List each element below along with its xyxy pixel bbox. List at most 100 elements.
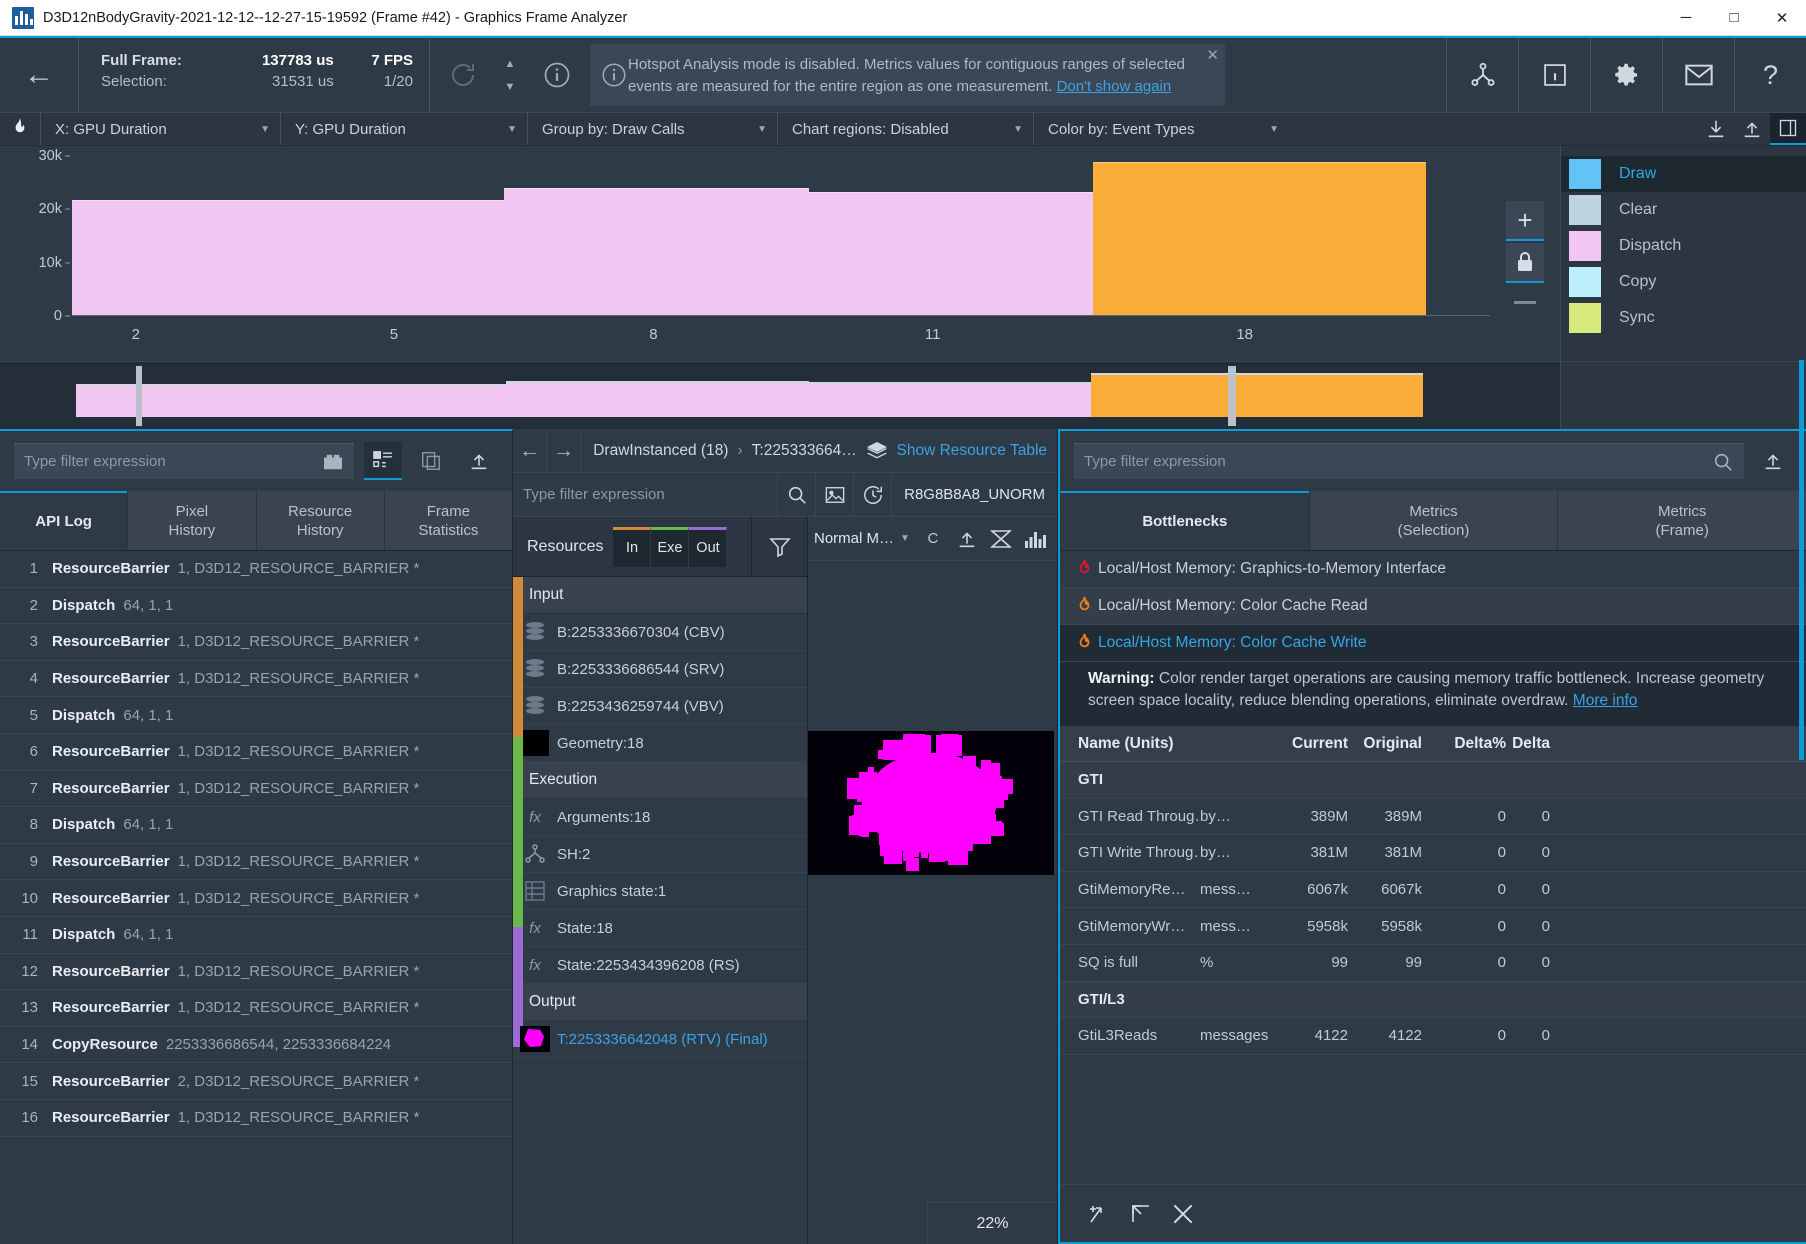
select-region-icon[interactable]	[1120, 1195, 1162, 1233]
show-resource-table-button[interactable]: Show Resource Table	[855, 429, 1058, 472]
overview-bar[interactable]	[506, 381, 809, 417]
resource-item[interactable]: B:2253336686544 (SRV)	[513, 651, 807, 688]
tab-pixel[interactable]: Pixel History	[127, 491, 255, 550]
legend-item-sync[interactable]: Sync	[1561, 300, 1806, 336]
compare-icon[interactable]	[1078, 1195, 1120, 1233]
bottleneck-item[interactable]: Local/Host Memory: Color Cache Read	[1060, 588, 1806, 625]
resource-filter-input[interactable]: Type filter expression	[513, 473, 777, 516]
stage-tab-out[interactable]: Out	[689, 527, 727, 567]
maximize-button[interactable]: □	[1710, 0, 1758, 36]
resource-tree[interactable]: Input B:2253336670304 (CBV) B:225333668654…	[513, 577, 807, 1244]
resource-item[interactable]: fx Arguments:18	[513, 799, 807, 836]
color-by-dropdown[interactable]: Color by: Event Types ▼	[1033, 113, 1289, 145]
resource-item[interactable]: Geometry:18	[513, 725, 807, 762]
search-icon[interactable]	[777, 473, 815, 516]
legend-item-clear[interactable]: Clear	[1561, 192, 1806, 228]
history-clock-icon[interactable]	[853, 473, 891, 516]
chart-bar[interactable]	[504, 188, 809, 315]
tab-metrics[interactable]: Metrics (Frame)	[1557, 491, 1806, 550]
stage-tab-exe[interactable]: Exe	[651, 527, 689, 567]
table-row[interactable]: 15 ResourceBarrier 2, D3D12_RESOURCE_BARRI…	[0, 1063, 512, 1100]
resource-item[interactable]: B:2253436259744 (VBV)	[513, 688, 807, 725]
table-row[interactable]: GTI Read Throug… by… 389M 389M 0 0	[1060, 799, 1806, 836]
legend-item-copy[interactable]: Copy	[1561, 264, 1806, 300]
step-down-icon[interactable]: ▼	[505, 81, 516, 93]
export-icon[interactable]	[460, 442, 498, 480]
stage-tab-in[interactable]: In	[613, 527, 651, 567]
table-row[interactable]: 14 CopyResource 2253336686544, 22533366842…	[0, 1027, 512, 1064]
table-row[interactable]: 10 ResourceBarrier 1, D3D12_RESOURCE_BARRI…	[0, 880, 512, 917]
bottleneck-item[interactable]: Local/Host Memory: Color Cache Write	[1060, 625, 1806, 662]
overview-selection-handle[interactable]	[136, 366, 142, 426]
close-button[interactable]: ✕	[1758, 0, 1806, 36]
zoom-in-button[interactable]: +	[1506, 201, 1544, 241]
chart-bar[interactable]	[1093, 162, 1426, 315]
tab-resource[interactable]: Resource History	[256, 491, 384, 550]
table-row[interactable]: 8 Dispatch 64, 1, 1	[0, 807, 512, 844]
api-log-list[interactable]: 1 ResourceBarrier 1, D3D12_RESOURCE_BARRIE…	[0, 551, 512, 1244]
column-header[interactable]: Name (Units)	[1060, 735, 1200, 753]
resource-item[interactable]: Graphics state:1	[513, 873, 807, 910]
resource-item[interactable]: B:2253336670304 (CBV)	[513, 614, 807, 651]
breadcrumb-item-draw[interactable]: DrawInstanced (18)	[593, 442, 728, 460]
zoom-out-button[interactable]	[1514, 301, 1536, 304]
back-button[interactable]: ←	[0, 38, 78, 112]
x-axis-dropdown[interactable]: X: GPU Duration ▼	[40, 113, 280, 145]
bottlenecks-filter-input[interactable]: Type filter expression	[1074, 443, 1744, 479]
step-up-icon[interactable]: ▲	[505, 58, 516, 70]
group-view-icon[interactable]	[364, 442, 402, 480]
notification-close-icon[interactable]: ✕	[1206, 46, 1219, 64]
table-row[interactable]: 7 ResourceBarrier 1, D3D12_RESOURCE_BARRIE…	[0, 771, 512, 808]
overview-selection-handle[interactable]	[1228, 366, 1236, 426]
legend-item-draw[interactable]: Draw	[1561, 156, 1806, 192]
render-target-preview-image[interactable]	[808, 731, 1054, 875]
chart-plot-wrapper[interactable]: 30k 20k 10k 0 2 5 8 11 18	[0, 146, 1490, 361]
table-row[interactable]: SQ is full% 99 99 0 0	[1060, 945, 1806, 982]
column-header[interactable]: Original	[1348, 735, 1422, 753]
table-row[interactable]: 2 Dispatch 64, 1, 1	[0, 588, 512, 625]
lock-icon[interactable]	[1506, 243, 1544, 283]
chart-regions-dropdown[interactable]: Chart regions: Disabled ▼	[777, 113, 1033, 145]
details-button[interactable]	[1518, 38, 1590, 112]
resource-item[interactable]: fx State:2253434396208 (RS)	[513, 947, 807, 984]
layout-toggle-icon[interactable]	[1770, 113, 1806, 145]
api-log-filter-input[interactable]: Type filter expression	[14, 443, 354, 479]
table-row[interactable]: 12 ResourceBarrier 1, D3D12_RESOURCE_BARRI…	[0, 954, 512, 991]
image-icon[interactable]	[815, 473, 853, 516]
resource-item[interactable]: T:2253336642048 (RTV) (Final)	[513, 1021, 807, 1058]
group-by-dropdown[interactable]: Group by: Draw Calls ▼	[527, 113, 777, 145]
more-info-link[interactable]: More info	[1573, 692, 1638, 709]
step-spinner[interactable]: ▲ ▼	[496, 38, 524, 112]
chart-bar[interactable]	[72, 200, 504, 315]
breadcrumb-forward-icon[interactable]: →	[547, 429, 581, 472]
tab-frame[interactable]: Frame Statistics	[384, 491, 512, 550]
dont-show-again-link[interactable]: Don't show again	[1057, 78, 1172, 95]
table-row[interactable]: GtiL3Reads messages 4122 4122 0 0	[1060, 1018, 1806, 1055]
chart-bar[interactable]	[809, 192, 1093, 315]
histogram-icon[interactable]	[1018, 528, 1052, 550]
column-header[interactable]: Current	[1274, 735, 1348, 753]
table-row[interactable]: GTI Write Throug… by… 381M 381M 0 0	[1060, 835, 1806, 872]
resource-item[interactable]: fx State:18	[513, 910, 807, 947]
table-row[interactable]: 1 ResourceBarrier 1, D3D12_RESOURCE_BARRIE…	[0, 551, 512, 588]
chart-plot[interactable]	[72, 156, 1490, 316]
table-row[interactable]: 13 ResourceBarrier 1, D3D12_RESOURCE_BARRI…	[0, 990, 512, 1027]
column-header[interactable]: Delta	[1506, 735, 1564, 753]
table-row[interactable]: 4 ResourceBarrier 1, D3D12_RESOURCE_BARRIE…	[0, 661, 512, 698]
minimize-button[interactable]: ─	[1662, 0, 1710, 36]
range-icon[interactable]	[984, 528, 1018, 550]
feedback-mail-icon[interactable]	[1662, 38, 1734, 112]
download-icon[interactable]	[1698, 113, 1734, 145]
breadcrumb-back-icon[interactable]: ←	[513, 429, 547, 472]
copy-icon[interactable]	[412, 442, 450, 480]
hotspot-flame-icon[interactable]	[0, 113, 40, 145]
export-icon[interactable]	[950, 528, 984, 550]
tab-api-log[interactable]: API Log	[0, 491, 127, 550]
table-row[interactable]: 6 ResourceBarrier 1, D3D12_RESOURCE_BARRIE…	[0, 734, 512, 771]
overview-bar[interactable]	[1091, 373, 1422, 417]
resource-stage-segments[interactable]: In Exe Out	[613, 527, 727, 567]
table-row[interactable]: 3 ResourceBarrier 1, D3D12_RESOURCE_BARRIE…	[0, 624, 512, 661]
tab-bottlenecks[interactable]: Bottlenecks	[1060, 491, 1309, 550]
overview-bar[interactable]	[809, 382, 1091, 417]
clear-icon[interactable]	[1162, 1195, 1204, 1233]
